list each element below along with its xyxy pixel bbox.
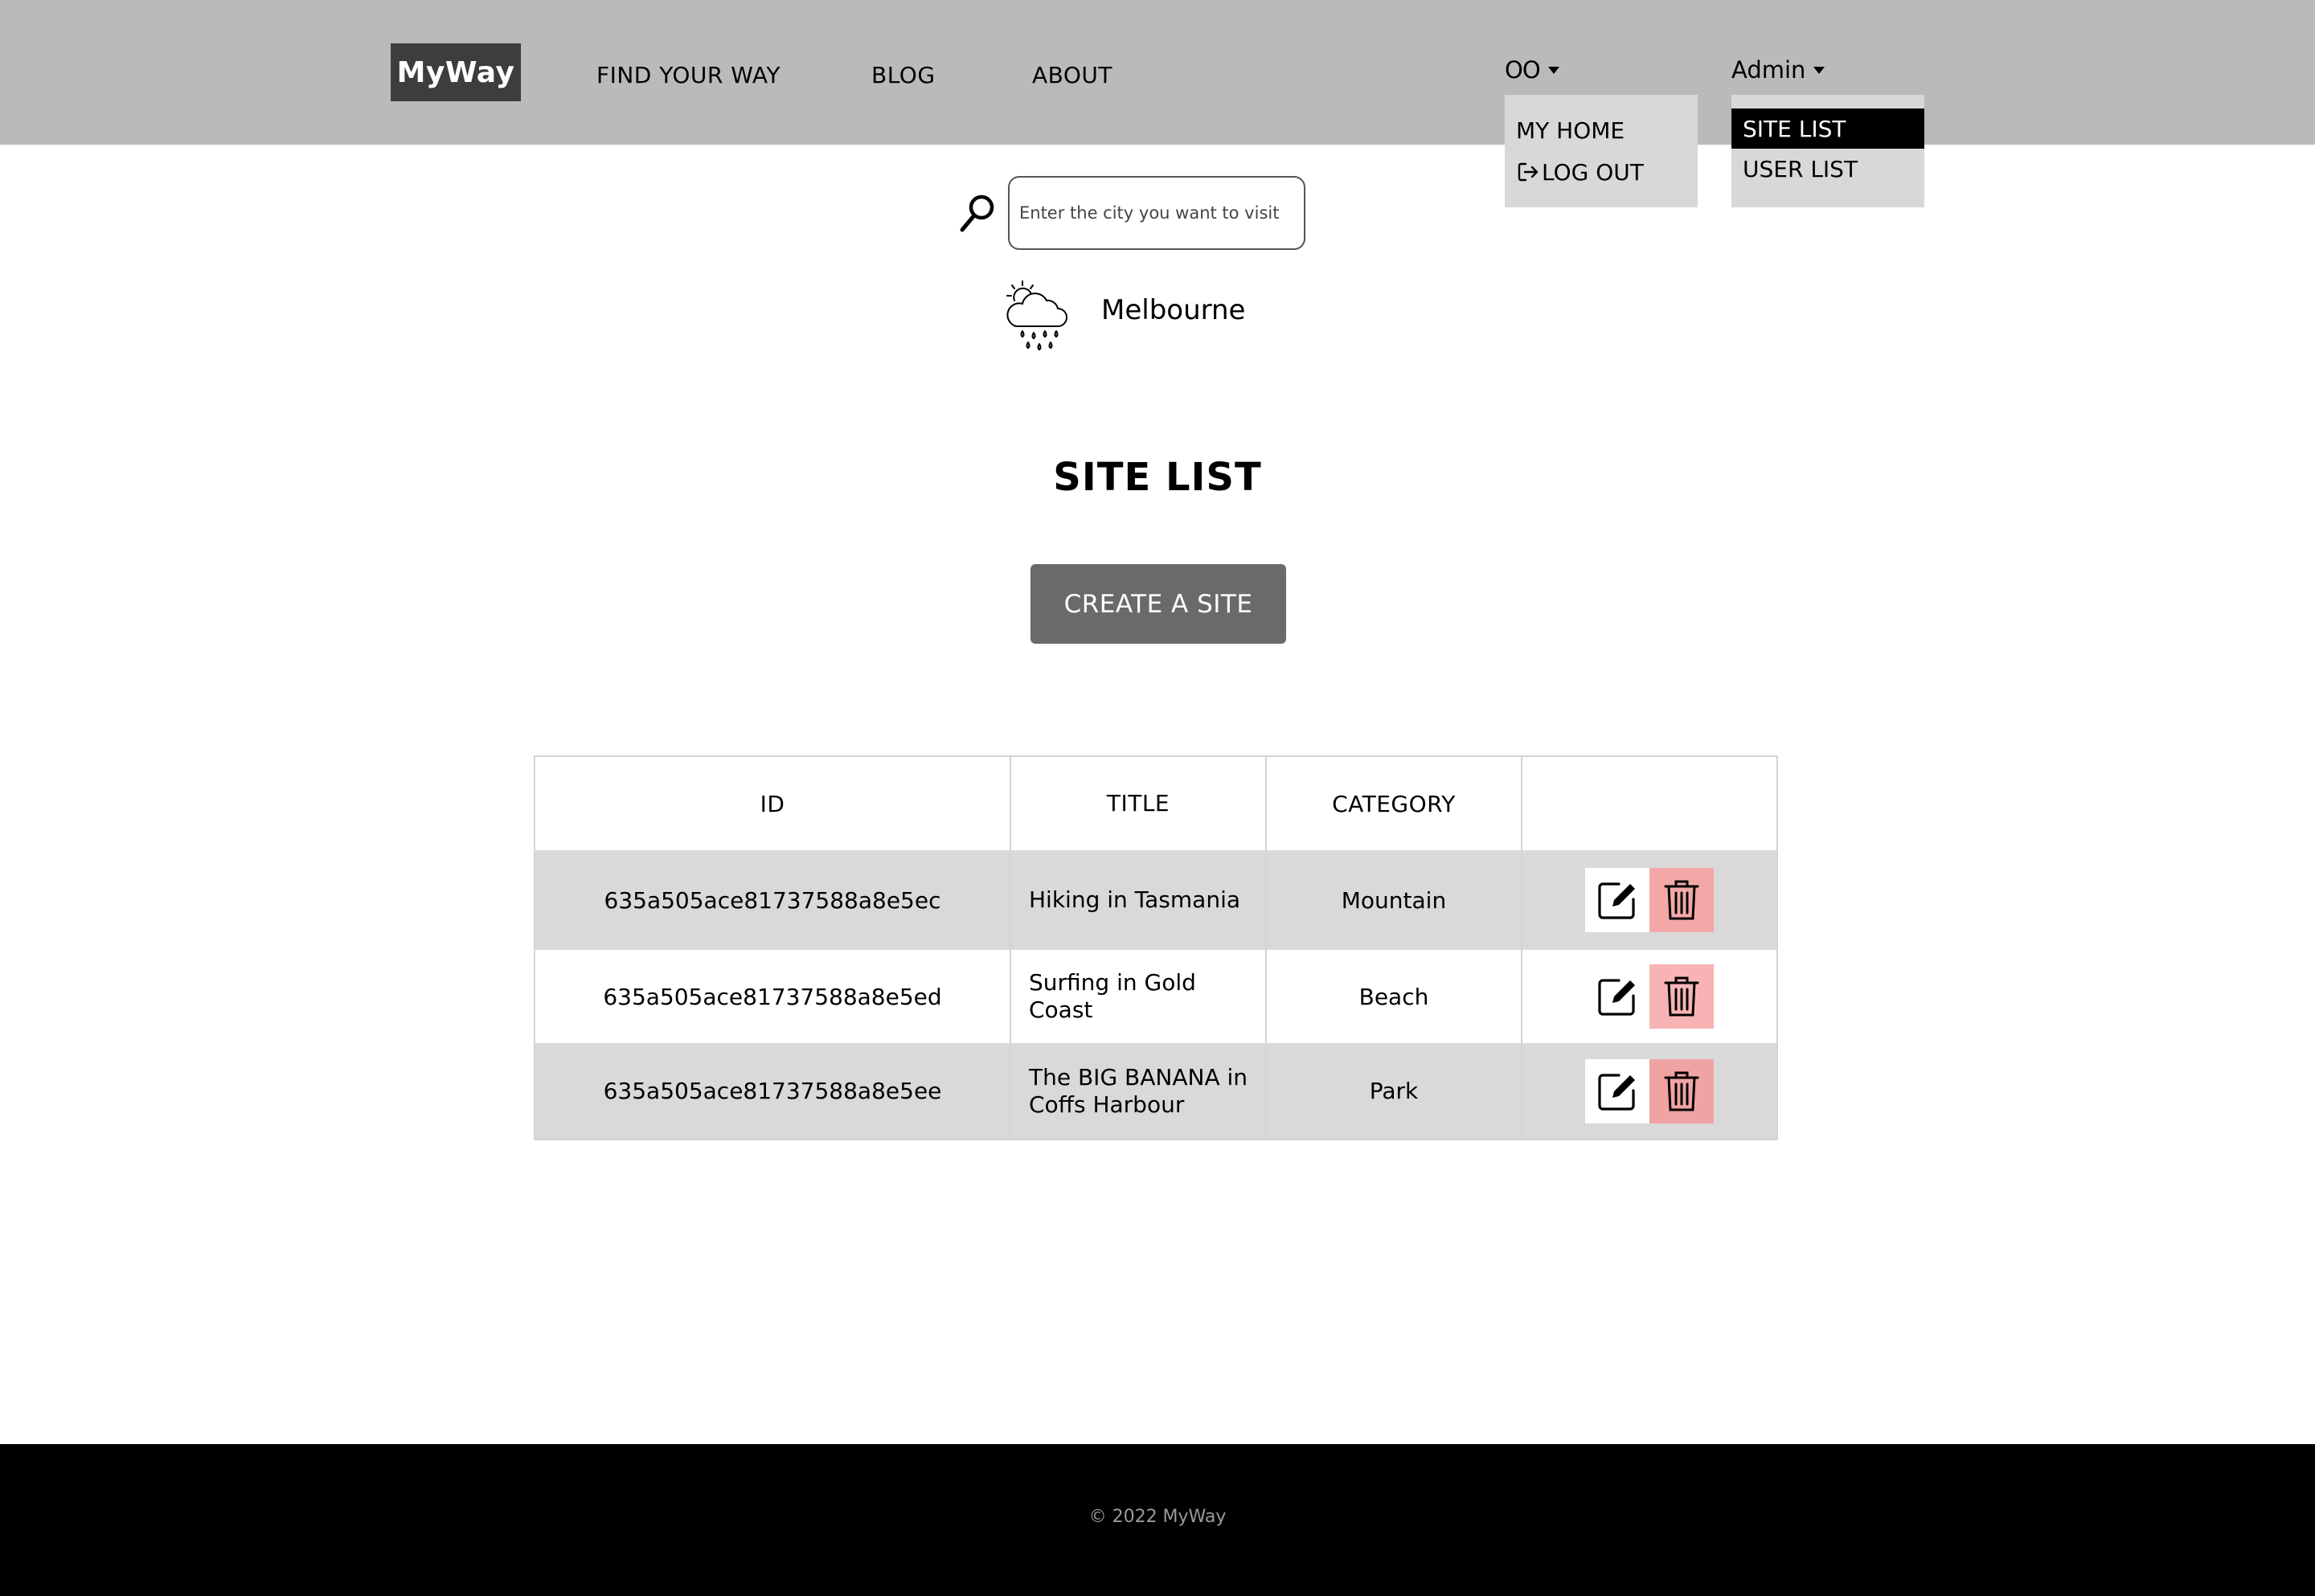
cell-id: 635a505ace81737588a8e5ed [535,950,1011,1043]
copyright-text: © 2022 MyWay [1088,1507,1227,1527]
caret-down-icon [1813,66,1825,74]
create-site-button[interactable]: CREATE A SITE [1030,564,1286,644]
trash-icon [1664,880,1699,920]
cloud-rain-sun-icon [1006,280,1067,351]
cell-actions [1522,950,1777,1043]
admin-menu-toggle[interactable]: Admin [1731,56,1825,84]
caret-down-icon [1547,66,1559,74]
menu-item-site-list[interactable]: SITE LIST [1731,108,1924,149]
nav-link-find-your-way[interactable]: FIND YOUR WAY [596,62,781,88]
edit-button[interactable] [1585,1058,1649,1123]
table-header-row: ID TITLE CATEGORY [535,756,1777,850]
user-initials: OO [1505,56,1541,84]
top-navbar: MyWay FIND YOUR WAY BLOG ABOUT OO Admin [0,0,2315,145]
user-dropdown-menu: MY HOME LOG OUT [1505,95,1698,207]
nav-link-blog[interactable]: BLOG [871,62,936,88]
menu-item-label: SITE LIST [1743,115,1846,142]
site-table: ID TITLE CATEGORY 635a505ace81737588a8e5… [534,755,1778,1140]
menu-item-log-out[interactable]: LOG OUT [1505,151,1698,193]
cell-actions [1522,1043,1777,1140]
edit-icon [1598,979,1635,1016]
user-menu-toggle[interactable]: OO [1505,56,1559,84]
cell-id: 635a505ace81737588a8e5ee [535,1043,1011,1140]
edit-icon [1598,882,1635,919]
column-header-title: TITLE [1010,756,1267,850]
delete-button[interactable] [1649,1058,1714,1123]
table-row: 635a505ace81737588a8e5ec Hiking in Tasma… [535,850,1777,950]
column-header-actions [1522,756,1777,850]
page-title: SITE LIST [1053,455,1262,500]
table-row: 635a505ace81737588a8e5ed Surfing in Gold… [535,950,1777,1043]
edit-button[interactable] [1585,964,1649,1029]
cell-title: Hiking in Tasmania [1010,850,1267,950]
footer: © 2022 MyWay [0,1444,2315,1596]
logo[interactable]: MyWay [391,43,521,101]
search-icon[interactable] [958,193,997,235]
column-header-category: CATEGORY [1266,756,1522,850]
menu-item-label: MY HOME [1516,117,1625,144]
city-search-input[interactable] [1008,176,1305,250]
cell-category: Beach [1266,950,1522,1043]
admin-label: Admin [1731,56,1806,84]
cell-category: Park [1266,1043,1522,1140]
edit-icon [1598,1073,1635,1111]
cell-title: The BIG BANANA in Coffs Harbour [1010,1043,1267,1140]
cell-category: Mountain [1266,850,1522,950]
delete-button[interactable] [1649,964,1714,1029]
weather-city-name: Melbourne [1101,294,1246,326]
delete-button[interactable] [1649,868,1714,932]
cell-title: Surfing in Gold Coast [1010,950,1267,1043]
trash-icon [1664,1071,1699,1111]
logout-icon [1518,162,1539,182]
column-header-id: ID [535,756,1011,850]
admin-dropdown-menu: SITE LIST USER LIST [1731,95,1924,207]
menu-item-user-list[interactable]: USER LIST [1731,149,1924,189]
menu-item-label: LOG OUT [1542,158,1644,186]
menu-item-label: USER LIST [1743,155,1858,182]
cell-id: 635a505ace81737588a8e5ec [535,850,1011,950]
menu-item-my-home[interactable]: MY HOME [1505,109,1698,151]
cell-actions [1522,850,1777,950]
edit-button[interactable] [1585,868,1649,932]
trash-icon [1664,976,1699,1017]
nav-link-about[interactable]: ABOUT [1032,62,1112,88]
table-row: 635a505ace81737588a8e5ee The BIG BANANA … [535,1043,1777,1140]
